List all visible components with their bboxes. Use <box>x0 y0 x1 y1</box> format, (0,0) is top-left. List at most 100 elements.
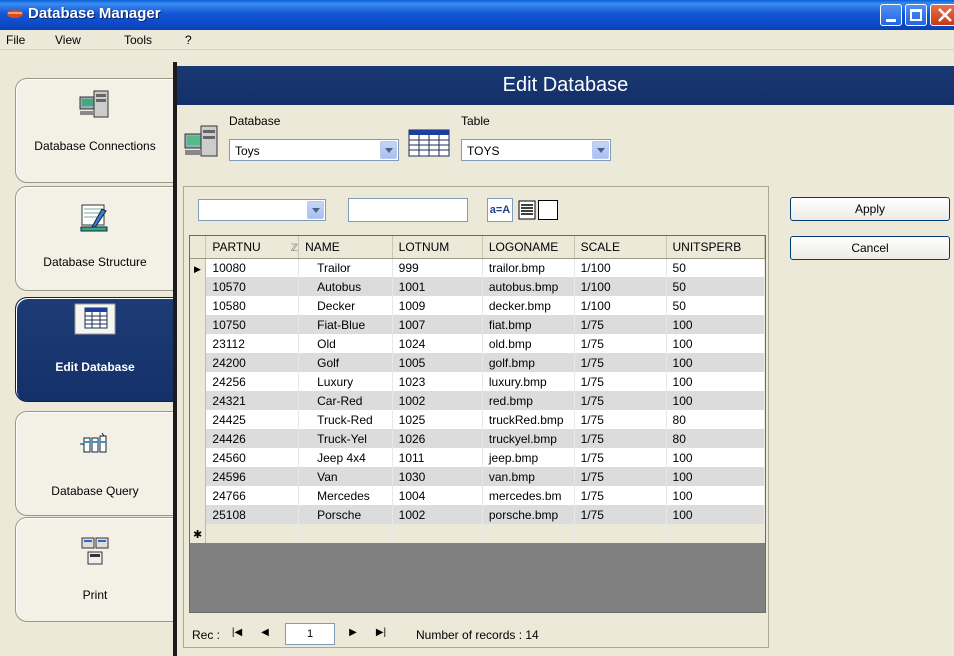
column-header[interactable]: PARTNU ℤ <box>205 236 300 259</box>
filter-field-select[interactable] <box>198 199 326 221</box>
table-cell[interactable] <box>298 524 393 543</box>
table-cell[interactable]: truckRed.bmp <box>482 410 575 429</box>
table-cell[interactable]: 10750 <box>205 315 300 334</box>
table-cell[interactable]: 24200 <box>205 353 300 372</box>
table-cell[interactable]: 1002 <box>392 391 483 410</box>
table-cell[interactable]: 100 <box>666 448 765 467</box>
table-cell[interactable]: decker.bmp <box>482 296 575 315</box>
table-row[interactable]: 24560 Jeep 4x4 1011 jeep.bmp 1/75 100 <box>190 448 765 467</box>
nav-database-query[interactable]: Database Query <box>15 411 175 516</box>
table-cell[interactable]: 50 <box>666 277 765 296</box>
column-header[interactable]: NAME <box>298 236 393 259</box>
row-selector[interactable] <box>190 334 207 353</box>
form-view-icon[interactable] <box>538 200 558 220</box>
row-selector[interactable] <box>190 429 207 448</box>
table-cell[interactable]: 10580 <box>205 296 300 315</box>
nav-splitter[interactable] <box>173 62 177 656</box>
table-row[interactable]: 24425 Truck-Red 1025 truckRed.bmp 1/75 80 <box>190 410 765 429</box>
table-cell[interactable]: 100 <box>666 486 765 505</box>
chevron-down-icon[interactable] <box>592 141 609 159</box>
table-cell[interactable]: 24425 <box>205 410 300 429</box>
table-cell[interactable]: 25108 <box>205 505 300 524</box>
maximize-button[interactable] <box>905 4 927 26</box>
table-row[interactable]: 10580 Decker 1009 decker.bmp 1/100 50 <box>190 296 765 315</box>
close-button[interactable] <box>930 4 954 26</box>
table-cell[interactable]: 100 <box>666 391 765 410</box>
table-cell[interactable]: mercedes.bm <box>482 486 575 505</box>
table-cell[interactable]: 100 <box>666 467 765 486</box>
row-selector[interactable] <box>190 296 207 315</box>
table-cell[interactable]: 50 <box>666 258 765 277</box>
cancel-button[interactable]: Cancel <box>790 236 950 260</box>
menu-view[interactable]: View <box>55 33 81 47</box>
nav-print[interactable]: Print <box>15 517 175 622</box>
table-cell[interactable]: 100 <box>666 353 765 372</box>
case-sort-button[interactable]: a=A <box>487 198 513 222</box>
table-row[interactable]: 24426 Truck-Yel 1026 truckyel.bmp 1/75 80 <box>190 429 765 448</box>
table-cell[interactable]: 1024 <box>392 334 483 353</box>
table-cell[interactable]: Luxury <box>298 372 393 391</box>
table-cell[interactable]: 1/75 <box>574 410 667 429</box>
table-cell[interactable]: 1005 <box>392 353 483 372</box>
data-grid[interactable]: PARTNU ℤ NAME LOTNUM LOGONAME SCALE UNITS… <box>189 235 766 613</box>
chevron-down-icon[interactable] <box>307 201 324 219</box>
table-cell[interactable]: 1/100 <box>574 296 667 315</box>
table-cell[interactable]: 1001 <box>392 277 483 296</box>
record-number-input[interactable]: 1 <box>285 623 335 645</box>
table-cell[interactable]: autobus.bmp <box>482 277 575 296</box>
table-cell[interactable]: 1/75 <box>574 429 667 448</box>
table-cell[interactable] <box>666 524 765 543</box>
table-cell[interactable]: 1/75 <box>574 486 667 505</box>
nav-database-connections[interactable]: Database Connections <box>15 78 175 183</box>
apply-button[interactable]: Apply <box>790 197 950 221</box>
table-cell[interactable]: golf.bmp <box>482 353 575 372</box>
table-cell[interactable]: 1/75 <box>574 372 667 391</box>
table-select[interactable]: TOYS <box>461 139 611 161</box>
table-cell[interactable]: 1/75 <box>574 315 667 334</box>
table-cell[interactable]: 80 <box>666 429 765 448</box>
table-cell[interactable]: 50 <box>666 296 765 315</box>
table-cell[interactable]: luxury.bmp <box>482 372 575 391</box>
list-view-icon[interactable] <box>518 200 536 220</box>
row-selector[interactable] <box>190 315 207 334</box>
column-header[interactable]: LOTNUM <box>392 236 483 259</box>
row-selector[interactable] <box>190 486 207 505</box>
table-cell[interactable] <box>482 524 575 543</box>
column-header[interactable]: UNITSPERB <box>666 236 765 259</box>
table-cell[interactable]: 1011 <box>392 448 483 467</box>
prev-record-button[interactable]: ◀ <box>256 627 274 641</box>
table-cell[interactable]: 1/75 <box>574 467 667 486</box>
table-cell[interactable]: trailor.bmp <box>482 258 575 277</box>
nav-edit-database[interactable]: Edit Database <box>15 297 175 402</box>
table-cell[interactable]: 1/75 <box>574 505 667 524</box>
table-cell[interactable]: 100 <box>666 505 765 524</box>
row-selector[interactable]: ✱ <box>190 524 207 543</box>
row-selector[interactable] <box>190 277 207 296</box>
new-record-row[interactable]: ✱ <box>190 524 765 543</box>
table-row[interactable]: 24256 Luxury 1023 luxury.bmp 1/75 100 <box>190 372 765 391</box>
table-cell[interactable]: 1007 <box>392 315 483 334</box>
table-cell[interactable]: jeep.bmp <box>482 448 575 467</box>
table-cell[interactable]: 100 <box>666 315 765 334</box>
table-cell[interactable] <box>205 524 300 543</box>
column-header[interactable]: SCALE <box>574 236 667 259</box>
row-selector[interactable] <box>190 505 207 524</box>
table-cell[interactable]: 24426 <box>205 429 300 448</box>
table-cell[interactable]: 1/75 <box>574 391 667 410</box>
table-cell[interactable]: Truck-Red <box>298 410 393 429</box>
table-cell[interactable]: old.bmp <box>482 334 575 353</box>
row-selector[interactable] <box>190 467 207 486</box>
menu-tools[interactable]: Tools <box>124 33 152 47</box>
table-cell[interactable]: 80 <box>666 410 765 429</box>
table-cell[interactable]: red.bmp <box>482 391 575 410</box>
table-cell[interactable]: Van <box>298 467 393 486</box>
row-selector[interactable]: ▶ <box>190 258 207 277</box>
row-selector[interactable] <box>190 372 207 391</box>
menu-file[interactable]: File <box>6 33 25 47</box>
table-row[interactable]: 25108 Porsche 1002 porsche.bmp 1/75 100 <box>190 505 765 524</box>
table-cell[interactable]: 100 <box>666 334 765 353</box>
table-cell[interactable]: Golf <box>298 353 393 372</box>
table-row[interactable]: ▶ 10080 Trailor 999 trailor.bmp 1/100 50 <box>190 258 765 277</box>
row-selector[interactable] <box>190 353 207 372</box>
table-cell[interactable]: 23112 <box>205 334 300 353</box>
